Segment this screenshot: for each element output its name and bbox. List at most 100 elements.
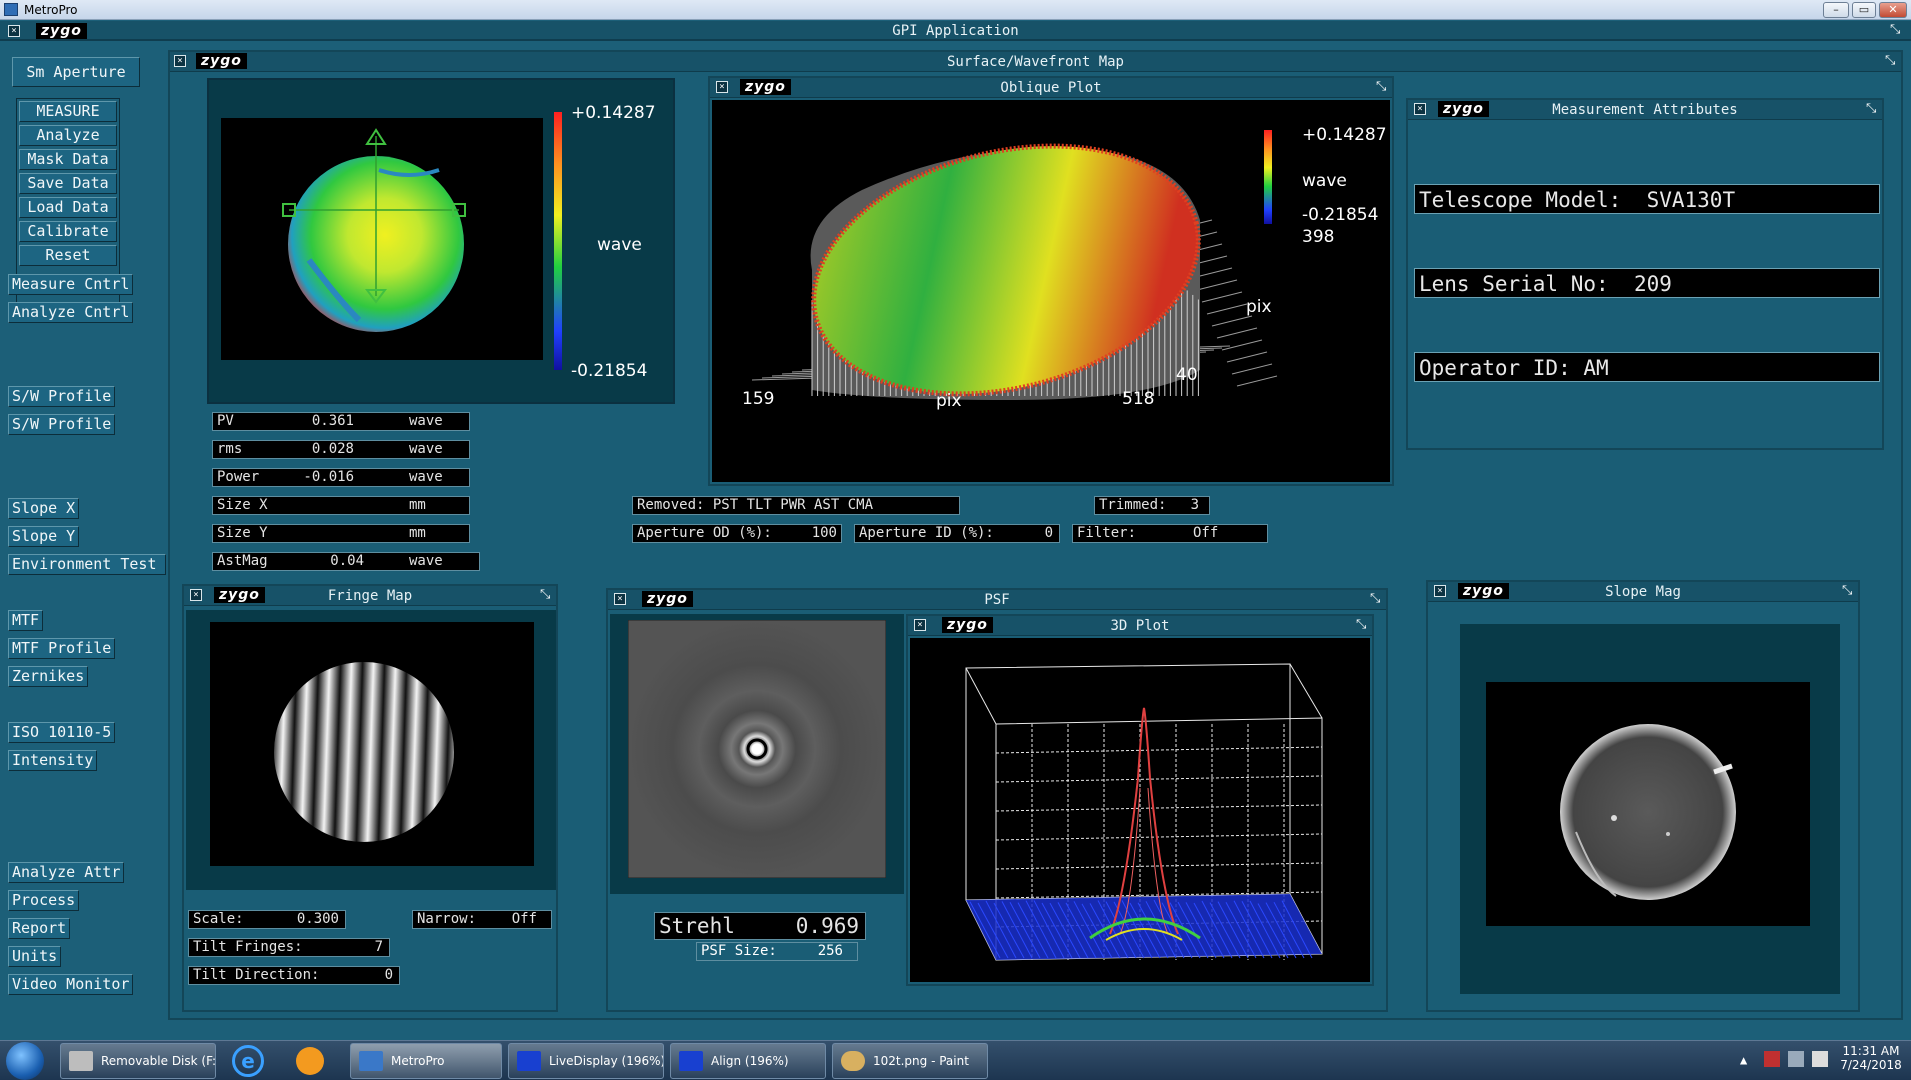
tilt-direction-value: 0: [385, 967, 393, 984]
pin-icon[interactable]: ⤡: [1842, 583, 1852, 598]
load-data-button[interactable]: Load Data: [19, 197, 117, 218]
start-button-icon[interactable]: [6, 1042, 44, 1080]
taskbar-removable-disk[interactable]: Removable Disk (F:): [60, 1043, 216, 1079]
tray-clock[interactable]: 11:31 AM 7/24/2018: [1836, 1044, 1906, 1072]
video-monitor-button[interactable]: Video Monitor: [8, 974, 133, 995]
left-control-panel: Sm Aperture MEASURE Analyze Mask Data Sa…: [0, 42, 170, 1002]
result-unit: wave: [409, 413, 443, 430]
close-box-icon[interactable]: ×: [174, 55, 186, 67]
result-value: -0.016: [303, 469, 354, 486]
measure-cntrl-button[interactable]: Measure Cntrl: [8, 274, 133, 295]
tray-volume-icon[interactable]: [1812, 1051, 1828, 1067]
filter-field: Filter: Off: [1072, 524, 1268, 543]
close-box-icon[interactable]: ×: [716, 81, 728, 93]
surface-map-frame: +0.14287 wave -0.21854: [207, 78, 675, 404]
mtf-profile-button[interactable]: MTF Profile: [8, 638, 115, 659]
pin-icon[interactable]: ⤡: [1356, 617, 1366, 632]
fringe-map-plot[interactable]: [210, 622, 534, 866]
pin-icon[interactable]: ⤡: [1370, 591, 1380, 606]
tilt-fringes-field[interactable]: Tilt Fringes: 7: [188, 938, 390, 957]
slope-y-button[interactable]: Slope Y: [8, 526, 79, 547]
result-label: AstMag: [217, 553, 268, 570]
analyze-attr-button[interactable]: Analyze Attr: [8, 862, 124, 883]
environment-test-button[interactable]: Environment Test: [8, 554, 166, 575]
taskbar-metropro[interactable]: MetroPro: [350, 1043, 502, 1079]
reset-button[interactable]: Reset: [19, 245, 117, 266]
tray-network-icon[interactable]: [1788, 1051, 1804, 1067]
zernikes-button[interactable]: Zernikes: [8, 666, 88, 687]
mtf-button[interactable]: MTF: [8, 610, 43, 631]
tilt-fringes-label: Tilt Fringes:: [193, 939, 303, 956]
operator-id-label: Operator ID:: [1419, 356, 1571, 380]
oblique-plot-panel: Oblique Plot × zygo ⤡ +0.14287 wave -0.2…: [708, 76, 1394, 486]
close-box-icon[interactable]: ×: [914, 619, 926, 631]
taskbar-livedisplay[interactable]: LiveDisplay (196%): [508, 1043, 664, 1079]
tray-arrow-icon[interactable]: ▲: [1740, 1053, 1747, 1067]
taskbar-align-label: Align (196%): [711, 1054, 789, 1068]
trimmed-value: 3: [1191, 497, 1199, 514]
windows-taskbar: Removable Disk (F:) e MetroPro LiveDispl…: [0, 1040, 1911, 1080]
taskbar-align[interactable]: Align (196%): [670, 1043, 826, 1079]
tray-flag-icon[interactable]: [1764, 1051, 1780, 1067]
clock-date: 7/24/2018: [1836, 1058, 1906, 1072]
restore-button[interactable]: ▭: [1852, 2, 1876, 18]
close-box-icon[interactable]: ×: [614, 593, 626, 605]
pin-icon[interactable]: ⤡: [540, 587, 550, 602]
process-button[interactable]: Process: [8, 890, 79, 911]
slope-mag-panel: Slope Mag × zygo ⤡: [1426, 580, 1860, 1012]
psf-size-label: PSF Size:: [701, 943, 777, 960]
surface-map-plot[interactable]: +0.14287 wave -0.21854: [209, 80, 677, 406]
taskbar-removable-disk-label: Removable Disk (F:): [101, 1054, 216, 1068]
psf-size-value: 256: [818, 943, 843, 960]
operator-id-field: Operator ID: AM: [1414, 352, 1880, 382]
calibrate-button[interactable]: Calibrate: [19, 221, 117, 242]
slope-mag-plot[interactable]: [1486, 682, 1810, 926]
save-data-button[interactable]: Save Data: [19, 173, 117, 194]
filter-value: Off: [1193, 525, 1218, 542]
result-label: Size Y: [217, 525, 268, 542]
psf-image[interactable]: [628, 620, 886, 878]
internet-explorer-icon[interactable]: e: [232, 1045, 264, 1077]
close-box-icon[interactable]: ×: [1434, 585, 1446, 597]
analyze-cntrl-button[interactable]: Analyze Cntrl: [8, 302, 133, 323]
taskbar-paint[interactable]: 102t.png - Paint: [832, 1043, 988, 1079]
result-label: PV: [217, 413, 234, 430]
strehl-field: Strehl 0.969: [654, 912, 866, 940]
analyze-button[interactable]: Analyze: [19, 125, 117, 146]
measure-button[interactable]: MEASURE: [19, 101, 117, 122]
scale-field[interactable]: Scale: 0.300: [188, 910, 346, 929]
oblique-3d-plot[interactable]: +0.14287 wave -0.21854 398 pix 40 159 pi…: [712, 100, 1390, 482]
sw-profile-button-1[interactable]: S/W Profile: [8, 386, 115, 407]
tilt-direction-field[interactable]: Tilt Direction: 0: [188, 966, 400, 985]
3d-plot-panel: 3D Plot × zygo ⤡: [906, 614, 1374, 986]
app-title: GPI Application: [0, 23, 1911, 39]
units-button[interactable]: Units: [8, 946, 61, 967]
media-player-icon[interactable]: [296, 1047, 324, 1075]
slope-x-button[interactable]: Slope X: [8, 498, 79, 519]
result-unit: wave: [409, 441, 443, 458]
intensity-button[interactable]: Intensity: [8, 750, 97, 771]
mask-data-button[interactable]: Mask Data: [19, 149, 117, 170]
3d-plot[interactable]: [910, 638, 1370, 982]
oblique-title-text: Oblique Plot: [1000, 80, 1101, 96]
colorbar-unit-label: wave: [597, 235, 642, 255]
pin-icon[interactable]: ⤡: [1866, 101, 1876, 116]
aperture-od-label: Aperture OD (%):: [637, 525, 772, 542]
strehl-value: 0.969: [796, 913, 859, 939]
minimize-button[interactable]: –: [1823, 2, 1849, 18]
result-row-pv: PV 0.361 wave: [212, 412, 470, 431]
psf-panel-title: PSF: [608, 590, 1386, 610]
pin-icon[interactable]: ⤡: [1885, 53, 1895, 68]
close-box-icon[interactable]: ×: [190, 589, 202, 601]
close-button[interactable]: ✕: [1879, 2, 1907, 18]
narrow-field[interactable]: Narrow: Off: [412, 910, 552, 929]
sm-aperture-button[interactable]: Sm Aperture: [12, 57, 140, 87]
pin-icon[interactable]: ⤡: [1890, 22, 1900, 37]
iso-10110-5-button[interactable]: ISO 10110-5: [8, 722, 115, 743]
pin-icon[interactable]: ⤡: [1376, 79, 1386, 94]
psf-fields: Strehl 0.969 PSF Size: 256: [610, 896, 904, 1006]
oblique-xaxis-label: pix: [936, 391, 962, 411]
close-box-icon[interactable]: ×: [1414, 103, 1426, 115]
sw-profile-button-2[interactable]: S/W Profile: [8, 414, 115, 435]
report-button[interactable]: Report: [8, 918, 70, 939]
